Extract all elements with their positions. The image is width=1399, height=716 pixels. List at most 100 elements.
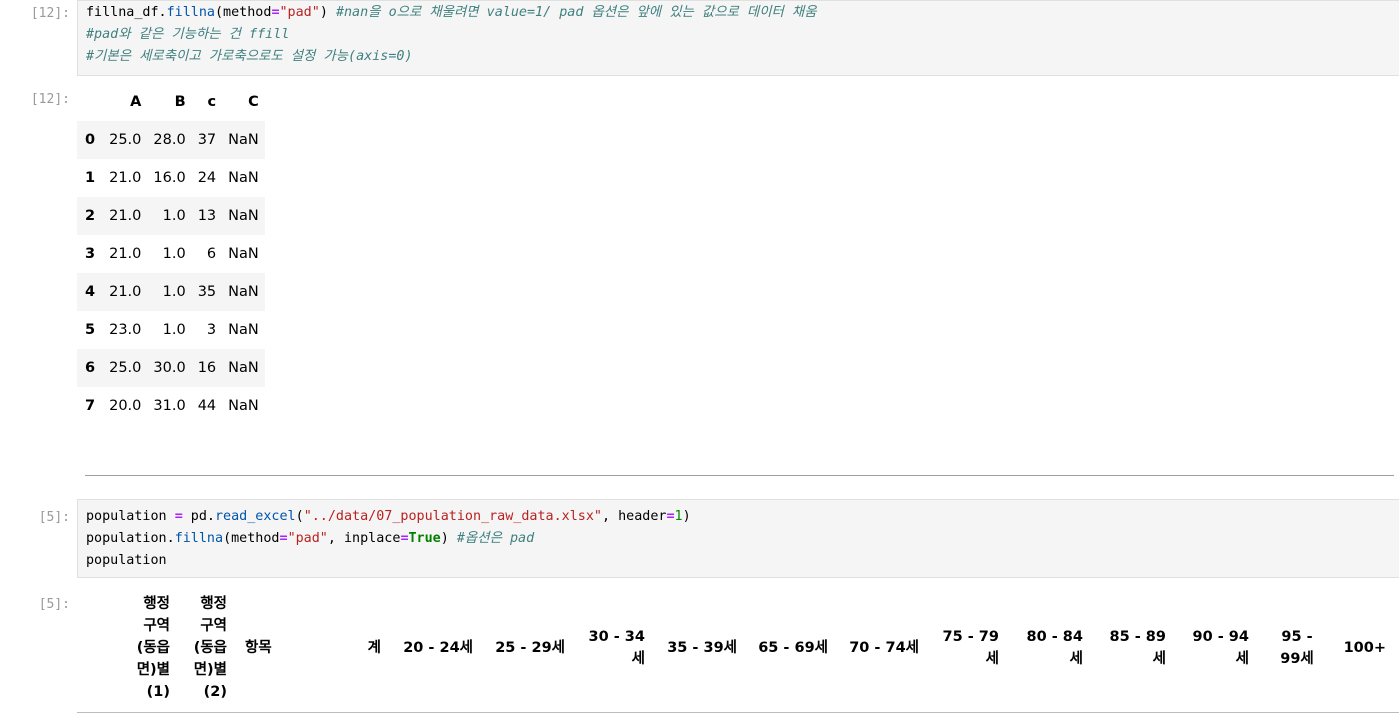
table-cell: 28.0 [153, 132, 186, 148]
col-header-100-plus: 100+ [1343, 640, 1386, 656]
population-table-header: 행정 구역 (동읍 면)별 (1) 행정 구역 (동읍 면)별 (2) 항목 계… [77, 592, 1399, 713]
col-header-85-89: 85 - 89 세 [1109, 629, 1166, 667]
code-token: (method [223, 531, 280, 546]
code-token: , inplace [327, 531, 401, 546]
table-cell: NaN [228, 398, 259, 414]
code-token: ) [682, 509, 691, 524]
code-token: , header [601, 509, 667, 524]
col-header-20-24: 20 - 24세 [403, 640, 473, 656]
table-cell: NaN [228, 170, 259, 186]
code-token: "pad" [287, 531, 328, 546]
table-row: 3 21.0 1.0 6 NaN [77, 235, 265, 273]
table-cell: 44 [197, 398, 217, 414]
code-token: ( [295, 509, 304, 524]
column-header: B [174, 94, 186, 110]
index-header [77, 83, 103, 121]
code-line: population [86, 550, 1391, 572]
code-line: #기본은 세로축이고 가로축으로도 설정 가능(axis=0) [86, 46, 1391, 68]
table-cell: 1.0 [162, 322, 186, 338]
code-token: read_excel [215, 509, 296, 524]
col-header-70-74: 70 - 74세 [849, 640, 919, 656]
cell-1-in-prompt: [12]: [30, 6, 70, 21]
table-cell: NaN [228, 360, 259, 376]
table-cell: 21.0 [109, 170, 142, 186]
code-token: population [86, 553, 167, 568]
table-cell: 23.0 [109, 322, 142, 338]
table-cell: 25.0 [109, 360, 142, 376]
cell-2-code[interactable]: population = pd.read_excel("../data/07_p… [78, 506, 1399, 572]
cell-1-code-input[interactable]: fillna_df.fillna(method="pad") #nan을 o으로… [77, 0, 1399, 76]
code-token: (method [215, 5, 272, 20]
col-header-25-29: 25 - 29세 [495, 640, 565, 656]
table-cell: NaN [228, 284, 259, 300]
row-index: 2 [85, 208, 96, 224]
code-token: pd. [182, 509, 215, 524]
code-token: = [174, 509, 183, 524]
column-header: A [130, 94, 142, 110]
table-cell: 20.0 [109, 398, 142, 414]
cell-2-out-prompt: [5]: [38, 597, 70, 612]
code-token: ) [319, 5, 336, 20]
table-row: 2 21.0 1.0 13 NaN [77, 197, 265, 235]
col-header-item: 항목 [245, 640, 272, 656]
table-cell: 37 [197, 132, 217, 148]
table-cell: 24 [197, 170, 217, 186]
table-cell: 1.0 [162, 246, 186, 262]
table-cell: 31.0 [153, 398, 186, 414]
table-cell: 21.0 [109, 246, 142, 262]
code-token: = [279, 531, 288, 546]
column-header: C [248, 94, 259, 110]
cell-divider [85, 475, 1394, 476]
col-header-75-79: 75 - 79 세 [942, 629, 999, 667]
col-header-80-84: 80 - 84 세 [1026, 629, 1083, 667]
table-cell: 16 [197, 360, 217, 376]
table-row: 4 21.0 1.0 35 NaN [77, 273, 265, 311]
table-cell: 13 [197, 208, 217, 224]
table-cell: 6 [206, 246, 217, 262]
row-index: 6 [85, 360, 96, 376]
table-cell: 30.0 [153, 360, 186, 376]
cell-2-in-prompt: [5]: [38, 510, 70, 525]
code-token: "pad" [279, 5, 320, 20]
code-token: #pad와 같은 기능하는 건 ffill [86, 27, 290, 42]
col-header-35-39: 35 - 39세 [667, 640, 737, 656]
col-header-30-34: 30 - 34 세 [588, 629, 645, 667]
row-index: 0 [85, 132, 96, 148]
code-token: fillna [166, 5, 215, 20]
code-token: "../data/07_population_raw_data.xlsx" [303, 509, 602, 524]
code-token: = [666, 509, 675, 524]
cell-1-code[interactable]: fillna_df.fillna(method="pad") #nan을 o으로… [78, 2, 1399, 68]
code-token: 1 [674, 509, 683, 524]
col-header-region-2: 행정 구역 (동읍 면)별 (2) [193, 596, 227, 700]
row-index: 1 [85, 170, 96, 186]
row-index: 3 [85, 246, 96, 262]
code-token: = [271, 5, 280, 20]
table-row: 0 25.0 28.0 37 NaN [77, 121, 265, 159]
code-line: population = pd.read_excel("../data/07_p… [86, 506, 1391, 528]
table-cell: NaN [228, 322, 259, 338]
table-cell: 1.0 [162, 208, 186, 224]
col-header-95-99: 95 - 99세 [1280, 629, 1314, 667]
cell-2-code-input[interactable]: population = pd.read_excel("../data/07_p… [77, 499, 1399, 578]
col-header-region-1: 행정 구역 (동읍 면)별 (1) [136, 596, 170, 700]
table-cell: 21.0 [109, 284, 142, 300]
table-cell: NaN [228, 132, 259, 148]
table-row: 1 21.0 16.0 24 NaN [77, 159, 265, 197]
table-cell: NaN [228, 208, 259, 224]
table-row: 5 23.0 1.0 3 NaN [77, 311, 265, 349]
table-cell: NaN [228, 246, 259, 262]
code-token: True [408, 531, 441, 546]
code-token: fillna [174, 531, 224, 546]
table-cell: 3 [206, 322, 217, 338]
table-cell: 16.0 [153, 170, 186, 186]
code-line: population.fillna(method="pad", inplace=… [86, 528, 1391, 550]
col-header-total: 계 [367, 640, 381, 656]
code-token: #nan을 o으로 채울려면 value=1/ pad 옵션은 앞에 있는 값으… [335, 5, 817, 20]
code-token: = [400, 531, 409, 546]
cell-1-out-prompt: [12]: [30, 92, 70, 107]
column-header: c [207, 94, 217, 110]
code-line: #pad와 같은 기능하는 건 ffill [86, 24, 1391, 46]
table-cell: 25.0 [109, 132, 142, 148]
fillna-dataframe: A Bc C 0 25.0 28.0 37 NaN 1 21.0 16.0 24 NaN 2 21.0 1.… [77, 83, 265, 425]
table-row: 7 20.0 31.0 44 NaN [77, 387, 265, 425]
